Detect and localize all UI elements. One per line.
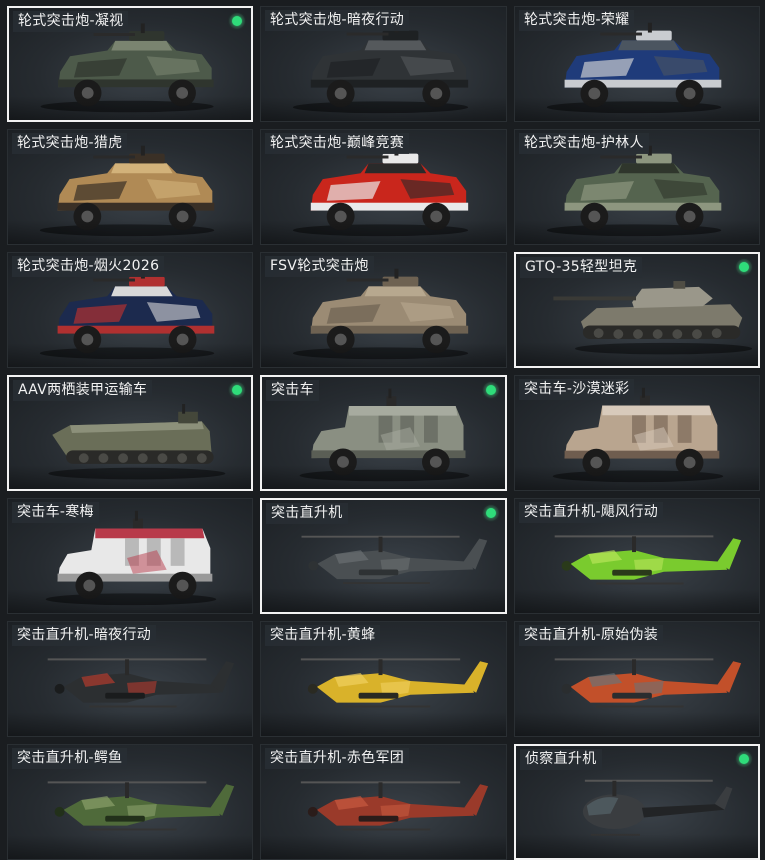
vehicle-card[interactable]: 轮式突击炮-暗夜行动 xyxy=(260,6,507,122)
card-floor-shadow xyxy=(516,834,758,858)
vehicle-card[interactable]: 突击车-沙漠迷彩 xyxy=(514,375,760,491)
vehicle-card[interactable]: 突击直升机 xyxy=(260,498,507,614)
owned-indicator-icon xyxy=(229,382,245,398)
card-floor-shadow xyxy=(515,220,759,244)
vehicle-card[interactable]: 轮式突击炮-巅峰竞赛 xyxy=(260,129,507,245)
card-floor-shadow xyxy=(8,835,252,859)
vehicle-card[interactable]: 突击直升机-黄蜂 xyxy=(260,621,507,737)
vehicle-card[interactable]: 突击直升机-赤色军团 xyxy=(260,744,507,860)
vehicle-card[interactable]: 突击直升机-原始伪装 xyxy=(514,621,760,737)
vehicle-name-label: 突击直升机-鳄鱼 xyxy=(12,748,128,769)
vehicle-name-label: 侦察直升机 xyxy=(520,749,602,770)
vehicle-card[interactable]: 突击车 xyxy=(260,375,507,491)
vehicle-name-label: 突击直升机-原始伪装 xyxy=(519,625,664,646)
card-floor-shadow xyxy=(262,465,505,489)
vehicle-card[interactable]: GTQ-35轻型坦克 xyxy=(514,252,760,368)
card-floor-shadow xyxy=(8,343,252,367)
card-floor-shadow xyxy=(8,589,252,613)
card-floor-shadow xyxy=(8,220,252,244)
vehicle-name-label: 轮式突击炮-荣耀 xyxy=(519,10,635,31)
vehicle-card[interactable]: 突击车-寒梅 xyxy=(7,498,253,614)
card-floor-shadow xyxy=(515,712,759,736)
owned-indicator-icon xyxy=(736,751,752,767)
card-floor-shadow xyxy=(261,97,506,121)
vehicle-name-label: AAV两栖装甲运输车 xyxy=(13,380,153,401)
card-floor-shadow xyxy=(261,220,506,244)
vehicle-card[interactable]: 突击直升机-暗夜行动 xyxy=(7,621,253,737)
card-floor-shadow xyxy=(8,712,252,736)
vehicle-name-label: 轮式突击炮-凝视 xyxy=(13,11,129,32)
owned-indicator-icon xyxy=(483,505,499,521)
vehicle-name-label: 突击直升机 xyxy=(266,503,348,524)
vehicle-name-label: 突击车-沙漠迷彩 xyxy=(519,379,635,400)
vehicle-card[interactable]: 轮式突击炮-猎虎 xyxy=(7,129,253,245)
card-floor-shadow xyxy=(515,589,759,613)
card-floor-shadow xyxy=(516,342,758,366)
vehicle-name-label: 突击车-寒梅 xyxy=(12,502,99,523)
vehicle-card[interactable]: AAV两栖装甲运输车 xyxy=(7,375,253,491)
vehicle-name-label: GTQ-35轻型坦克 xyxy=(520,257,643,278)
vehicle-card[interactable]: 突击直升机-鳄鱼 xyxy=(7,744,253,860)
owned-indicator-icon xyxy=(483,382,499,398)
vehicle-name-label: 突击直升机-飓风行动 xyxy=(519,502,664,523)
vehicle-name-label: FSV轮式突击炮 xyxy=(265,256,374,277)
vehicle-name-label: 轮式突击炮-护林人 xyxy=(519,133,649,154)
card-floor-shadow xyxy=(9,96,251,120)
vehicle-name-label: 轮式突击炮-暗夜行动 xyxy=(265,10,410,31)
vehicle-skin-grid: 轮式突击炮-凝视 轮式突击炮-暗夜行动 轮式突击炮-荣耀 轮式突击炮-猎虎 轮式… xyxy=(7,6,760,860)
vehicle-name-label: 突击直升机-黄蜂 xyxy=(265,625,381,646)
vehicle-card[interactable]: FSV轮式突击炮 xyxy=(260,252,507,368)
vehicle-card[interactable]: 轮式突击炮-护林人 xyxy=(514,129,760,245)
card-floor-shadow xyxy=(515,466,759,490)
card-floor-shadow xyxy=(261,343,506,367)
card-floor-shadow xyxy=(9,465,251,489)
card-floor-shadow xyxy=(261,712,506,736)
owned-indicator-icon xyxy=(736,259,752,275)
card-floor-shadow xyxy=(262,588,505,612)
vehicle-name-label: 轮式突击炮-巅峰竞赛 xyxy=(265,133,410,154)
vehicle-name-label: 突击直升机-赤色军团 xyxy=(265,748,410,769)
vehicle-name-label: 突击直升机-暗夜行动 xyxy=(12,625,157,646)
vehicle-name-label: 突击车 xyxy=(266,380,319,401)
vehicle-card[interactable]: 突击直升机-飓风行动 xyxy=(514,498,760,614)
card-floor-shadow xyxy=(515,97,759,121)
vehicle-card[interactable]: 侦察直升机 xyxy=(514,744,760,860)
vehicle-name-label: 轮式突击炮-烟火2026 xyxy=(12,256,165,277)
card-floor-shadow xyxy=(261,835,506,859)
vehicle-name-label: 轮式突击炮-猎虎 xyxy=(12,133,128,154)
vehicle-card[interactable]: 轮式突击炮-荣耀 xyxy=(514,6,760,122)
vehicle-card[interactable]: 轮式突击炮-烟火2026 xyxy=(7,252,253,368)
owned-indicator-icon xyxy=(229,13,245,29)
vehicle-card[interactable]: 轮式突击炮-凝视 xyxy=(7,6,253,122)
